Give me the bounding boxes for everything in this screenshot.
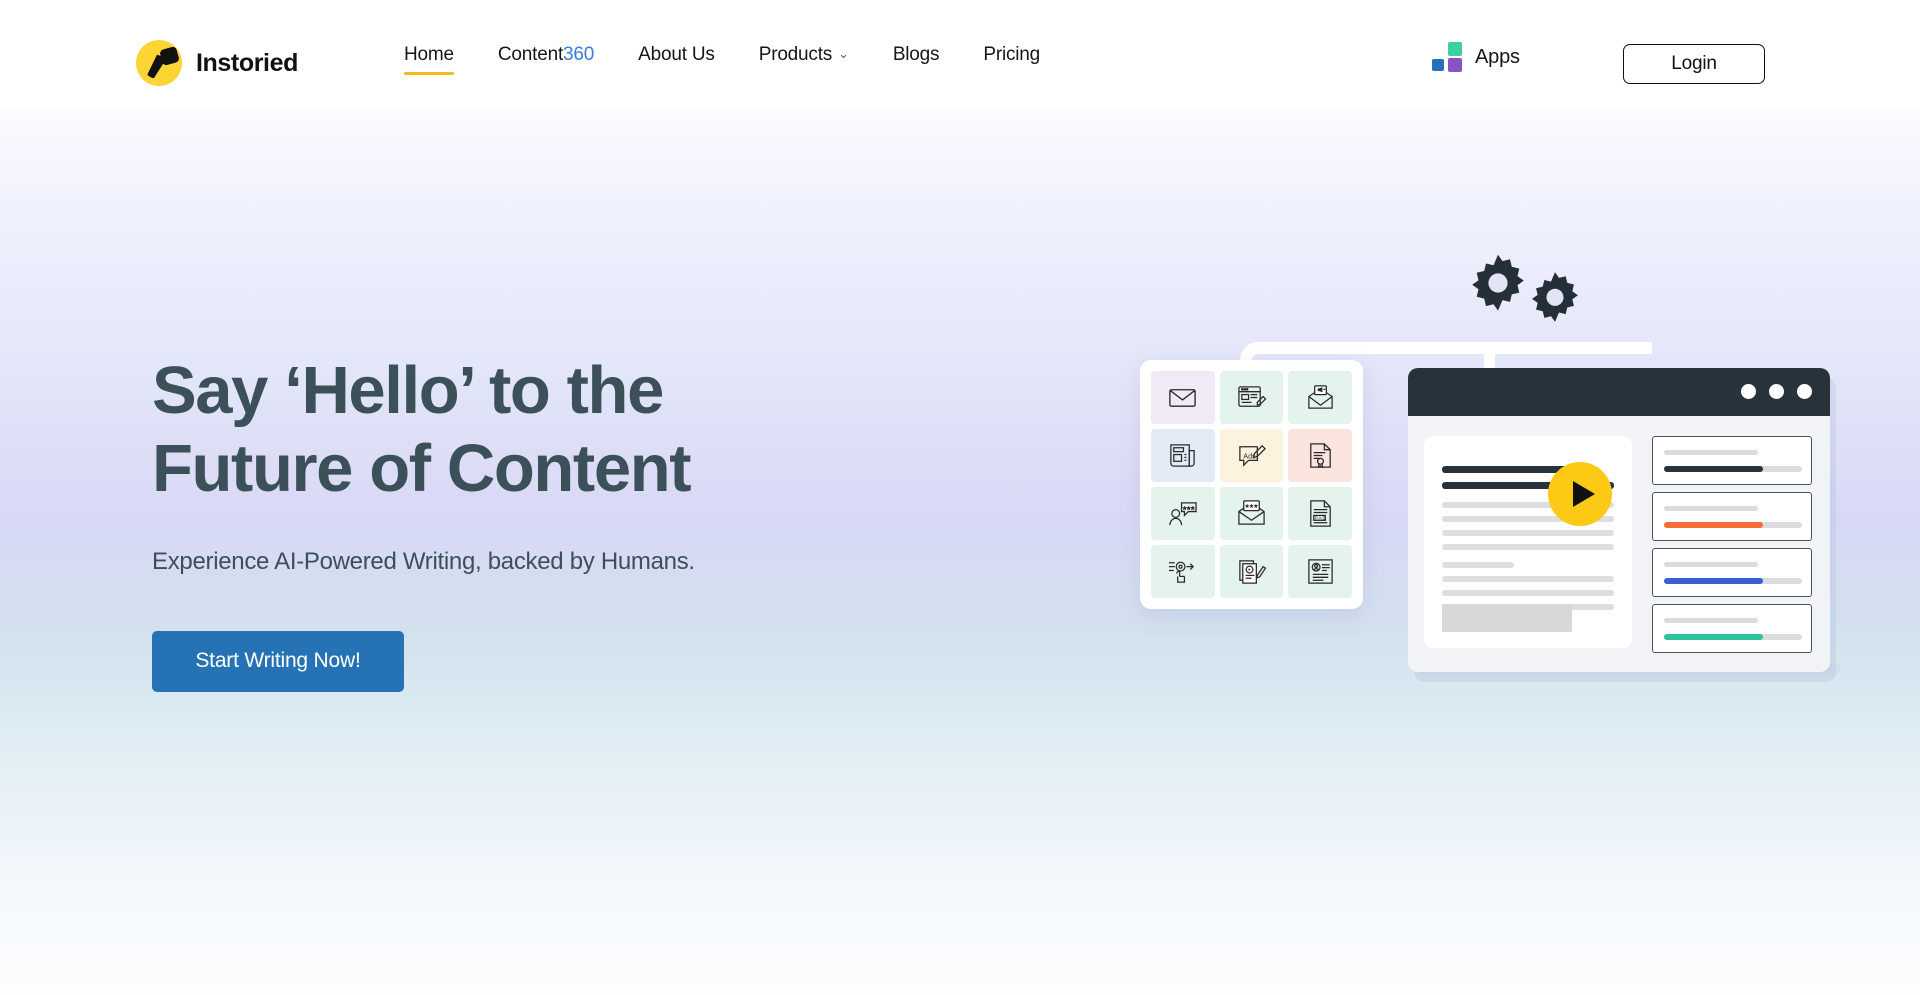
apps-grid-icon xyxy=(1432,42,1462,72)
newsletter-icon xyxy=(1238,500,1265,525)
content-type-icon-panel: Ads PAS xyxy=(1140,360,1363,609)
window-controls xyxy=(1741,384,1812,399)
icon-tile-testimonial[interactable] xyxy=(1151,487,1215,540)
progress-card-label xyxy=(1664,562,1758,567)
icon-tile-product-description[interactable] xyxy=(1288,429,1352,482)
icon-tile-pas-framework[interactable]: PAS xyxy=(1288,487,1352,540)
document-preview-card xyxy=(1424,436,1632,648)
hero-title-line-1: Say ‘Hello’ to the xyxy=(152,353,664,428)
doc-line xyxy=(1442,544,1614,550)
progress-track xyxy=(1664,578,1802,584)
nav-label-about-us: About Us xyxy=(638,44,715,65)
login-button[interactable]: Login xyxy=(1623,44,1765,84)
page-title: Say ‘Hello’ to the Future of Content xyxy=(152,352,872,509)
doc-line xyxy=(1442,530,1614,536)
quill-pen-logo-icon xyxy=(136,40,182,86)
nav-label-content: Content xyxy=(497,44,564,65)
browser-title-bar xyxy=(1408,368,1830,416)
brand-name: Instoried xyxy=(196,48,298,77)
progress-track xyxy=(1664,466,1802,472)
testimonial-icon xyxy=(1169,502,1198,526)
hero-section: Say ‘Hello’ to the Future of Content Exp… xyxy=(152,352,872,692)
content-platform-illustration: Ads PAS xyxy=(1140,254,1900,820)
product-description-icon xyxy=(1309,443,1331,469)
nav-item-home[interactable]: Home xyxy=(404,44,454,75)
progress-fill xyxy=(1664,578,1764,584)
progress-cards-list xyxy=(1652,436,1812,660)
svg-text:PAS: PAS xyxy=(1315,516,1326,521)
press-release-icon xyxy=(1170,444,1196,467)
progress-card-teal xyxy=(1652,604,1812,653)
workflow-icon xyxy=(1169,561,1195,583)
gear-icon xyxy=(1532,272,1578,322)
window-dot xyxy=(1769,384,1784,399)
progress-fill xyxy=(1664,466,1764,472)
email-icon xyxy=(1169,389,1197,407)
progress-card-label xyxy=(1664,450,1758,455)
icon-tile-video-script[interactable] xyxy=(1219,545,1284,598)
icon-tile-press-release[interactable] xyxy=(1151,429,1215,482)
icon-tile-workflow[interactable] xyxy=(1151,545,1215,598)
window-dot xyxy=(1797,384,1812,399)
progress-card-dark xyxy=(1652,436,1812,485)
browser-window-mockup xyxy=(1408,368,1830,672)
nav-item-content360[interactable]: Content360 xyxy=(498,44,594,70)
progress-track xyxy=(1664,522,1802,528)
hero-subtitle: Experience AI-Powered Writing, backed by… xyxy=(152,547,695,575)
icon-tile-newsletter[interactable] xyxy=(1219,487,1284,540)
progress-fill xyxy=(1664,522,1764,528)
nav-item-products[interactable]: Products ⌄ xyxy=(759,44,849,70)
ads-copy-icon: Ads xyxy=(1239,444,1266,467)
play-icon[interactable] xyxy=(1548,462,1612,526)
progress-track xyxy=(1664,634,1802,640)
icon-tile-ads-copy[interactable]: Ads xyxy=(1219,429,1284,482)
main-navigation: Home Content360 About Us Products ⌄ Blogs… xyxy=(404,40,1040,75)
brand-logo[interactable]: Instoried xyxy=(136,40,298,86)
doc-line xyxy=(1442,562,1514,568)
nav-item-about-us[interactable]: About Us xyxy=(638,44,715,70)
nav-item-pricing[interactable]: Pricing xyxy=(983,44,1040,70)
progress-card-label xyxy=(1664,618,1758,623)
hero-title-line-2: Future of Content xyxy=(152,431,692,507)
apps-menu[interactable]: Apps xyxy=(1432,42,1520,72)
pas-framework-icon: PAS xyxy=(1309,500,1331,527)
blog-editor-icon xyxy=(1238,386,1267,407)
progress-fill xyxy=(1664,634,1764,640)
icon-tile-email[interactable] xyxy=(1151,371,1215,424)
start-writing-button[interactable]: Start Writing Now! xyxy=(152,630,404,692)
progress-card-orange xyxy=(1652,492,1812,541)
window-dot xyxy=(1741,384,1756,399)
doc-line xyxy=(1442,576,1614,582)
nav-label-products: Products xyxy=(758,44,833,65)
icon-tile-profile-bio[interactable] xyxy=(1288,545,1352,598)
progress-card-label xyxy=(1664,506,1758,511)
nav-label-home: Home xyxy=(404,44,454,65)
doc-image-placeholder xyxy=(1442,604,1572,632)
nav-label-blogs: Blogs xyxy=(892,44,940,65)
nav-label-360: 360 xyxy=(563,44,595,65)
site-header: Instoried Home Content360 About Us Produ… xyxy=(0,0,1920,108)
doc-line xyxy=(1442,590,1614,596)
email-marketing-icon xyxy=(1307,385,1333,409)
video-script-icon xyxy=(1239,560,1267,584)
progress-card-blue xyxy=(1652,548,1812,597)
chevron-down-icon: ⌄ xyxy=(838,46,849,61)
icon-tile-email-marketing[interactable] xyxy=(1288,371,1352,424)
decorative-bracket-top xyxy=(1518,342,1652,354)
profile-bio-icon xyxy=(1307,559,1333,584)
nav-label-pricing: Pricing xyxy=(983,44,1041,65)
apps-label: Apps xyxy=(1475,45,1520,68)
icon-tile-blog-editor[interactable] xyxy=(1219,371,1284,424)
nav-item-blogs[interactable]: Blogs xyxy=(893,44,940,70)
